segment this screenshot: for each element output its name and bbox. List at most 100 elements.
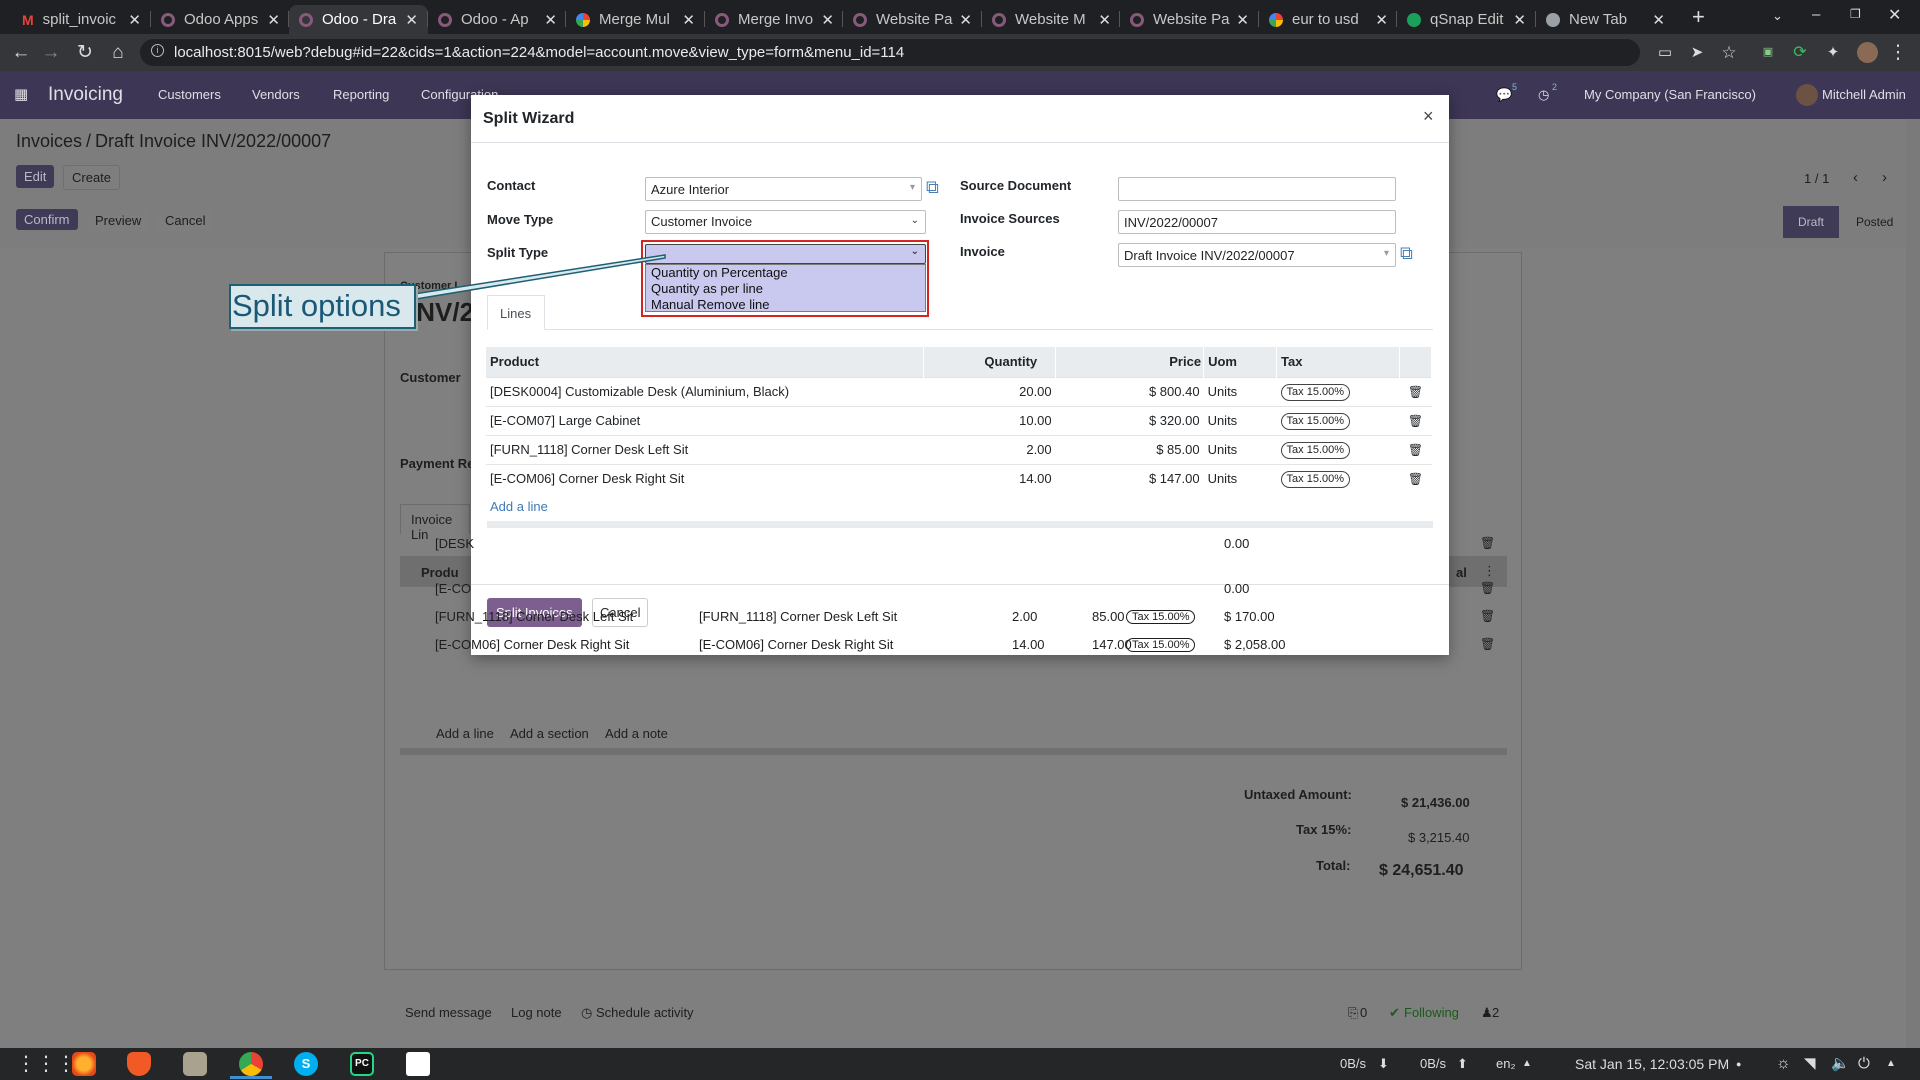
wizard-add-line[interactable]: Add a line [490,499,548,514]
split-line-row[interactable]: [DESK0004] Customizable Desk (Aluminium,… [486,376,1432,406]
schedule-activity-button[interactable]: Schedule activity [596,1005,694,1020]
browser-tab[interactable]: New Tab ✕ [1536,5,1675,34]
invoice-dropdown-icon[interactable]: ▾ [1384,248,1389,259]
split-line-row[interactable]: [E-COM06] Corner Desk Right Sit 14.00 $ 14… [486,463,1432,493]
new-tab-icon[interactable]: + [1692,4,1705,30]
browser-tab[interactable]: Merge Invo ✕ [705,5,844,34]
send-message-button[interactable]: Send message [405,1005,492,1020]
tax-tag[interactable]: Tax 15.00% [1280,412,1351,430]
cast-icon[interactable]: ▭ [1654,39,1676,66]
line-uom[interactable]: Units [1203,405,1277,435]
extension-new-icon[interactable]: ▣ [1757,39,1779,66]
minimize-icon[interactable]: – [1812,6,1820,23]
col-uom[interactable]: Uom [1203,347,1278,377]
bg-line-product[interactable]: [E-CO [435,581,471,596]
night-light-icon[interactable]: ☼ [1776,1048,1791,1080]
menu-reporting[interactable]: Reporting [333,87,389,102]
address-bar[interactable]: localhost:8015/web?debug#id=22&cids=1&ac… [140,39,1640,66]
delete-line-icon[interactable]: 🗑 [1399,376,1432,406]
bg-add-line[interactable]: Add a line [436,726,494,741]
col-quantity[interactable]: Quantity [923,347,1057,377]
pager-next-icon[interactable]: › [1882,169,1887,186]
split-line-row[interactable]: [FURN_1118] Corner Desk Left Sit 2.00 $ 85… [486,434,1432,464]
tab-close-icon[interactable]: ✕ [1513,11,1526,29]
files-icon[interactable] [183,1052,207,1076]
bg-line-tax[interactable]: Tax 15.00% [1126,638,1196,652]
line-price[interactable]: $ 147.00 [1055,463,1204,493]
volume-icon[interactable]: 🔈 [1831,1048,1850,1080]
contact-dropdown-icon[interactable]: ▾ [910,182,915,193]
tray-chevron-icon[interactable]: ▲ [1886,1048,1896,1080]
bg-line-qty[interactable]: 14.00 [1012,637,1045,652]
apps-grid-icon[interactable]: ▦ [14,85,28,103]
col-product[interactable]: Product [486,347,925,377]
site-info-icon[interactable]: i [151,44,164,57]
text-editor-icon[interactable] [406,1052,430,1076]
messages-icon[interactable]: 💬 [1496,87,1512,103]
activity-clock-icon[interactable]: ◷ [1538,87,1549,103]
dialog-close-icon[interactable]: × [1423,106,1434,127]
tab-close-icon[interactable]: ✕ [1652,11,1665,29]
breadcrumb-root[interactable]: Invoices [16,131,82,152]
col-tax[interactable]: Tax [1276,347,1400,377]
line-price[interactable]: $ 800.40 [1055,376,1204,406]
keyboard-language[interactable]: en₂ [1496,1048,1516,1080]
brave-icon[interactable] [127,1052,151,1076]
tab-invoice-lines[interactable]: Invoice Lin [400,504,470,542]
pager-prev-icon[interactable]: ‹ [1853,169,1858,186]
user-avatar[interactable] [1796,84,1818,106]
extensions-puzzle-icon[interactable]: ✦ [1822,39,1844,66]
bg-line-product[interactable]: [FURN_1118] Corner Desk Left Sit [435,609,633,624]
line-qty[interactable]: 20.00 [923,376,1056,406]
browser-tab[interactable]: Merge Mul ✕ [566,5,705,34]
cancel-invoice-button[interactable]: Cancel [156,209,215,232]
delete-line-icon[interactable]: 🗑 [1399,405,1432,435]
home-icon[interactable]: ⌂ [107,39,129,66]
split-line-row[interactable]: [E-COM07] Large Cabinet 10.00 $ 320.00 Unit… [486,405,1432,435]
bg-add-section[interactable]: Add a section [510,726,589,741]
invoice-sources-field[interactable]: INV/2022/00007 [1118,210,1396,234]
extension-sync-icon[interactable]: ⟳ [1789,39,1811,66]
bookmark-star-icon[interactable]: ☆ [1718,39,1740,66]
tax-tag[interactable]: Tax 15.00% [1280,383,1351,401]
preview-button[interactable]: Preview [86,209,151,232]
optional-columns-icon[interactable]: ⋮ [1483,563,1496,579]
log-note-button[interactable]: Log note [511,1005,562,1020]
browser-tab[interactable]: Odoo - Dra ✕ [289,5,428,34]
create-button[interactable]: Create [63,165,121,190]
app-launcher-icon[interactable]: ⋮⋮⋮ [16,1048,76,1080]
line-product[interactable]: [E-COM06] Corner Desk Right Sit [486,463,924,493]
pycharm-icon[interactable]: PC [350,1052,374,1076]
line-qty[interactable]: 14.00 [923,463,1056,493]
browser-tab[interactable]: Website M ✕ [982,5,1121,34]
delete-line-icon[interactable]: 🗑 [1399,434,1432,464]
browser-tab[interactable]: Msplit_invoic ✕ [12,5,151,34]
bg-line-subtotal[interactable]: $ 170.00 [1224,609,1275,624]
source-document-field[interactable] [1118,177,1396,201]
bg-line-product[interactable]: [E-COM06] Corner Desk Right Sit [435,637,629,652]
move-type-select[interactable]: Customer Invoice ⌄ [645,210,926,234]
skype-icon[interactable]: S [294,1052,318,1076]
power-icon[interactable]: ⏻ [1858,1048,1870,1080]
status-posted[interactable]: Posted [1856,215,1893,229]
user-menu[interactable]: Mitchell Admin [1822,87,1906,102]
invoice-field[interactable]: Draft Invoice INV/2022/00007 ▾ [1118,243,1396,267]
reload-icon[interactable]: ↻ [74,39,96,66]
tab-search-icon[interactable]: ⌄ [1772,8,1783,24]
line-uom[interactable]: Units [1203,463,1277,493]
bg-add-note[interactable]: Add a note [605,726,668,741]
browser-tab[interactable]: Odoo Apps ✕ [151,5,290,34]
bg-delete-icon[interactable]: 🗑 [1480,609,1495,623]
browser-tab[interactable]: Odoo - Ap ✕ [428,5,567,34]
forward-icon[interactable]: → [40,39,62,66]
attachment-count[interactable]: 0 [1360,1005,1367,1020]
back-icon[interactable]: ← [10,39,32,66]
bg-line-subtotal[interactable]: 0.00 [1224,581,1249,596]
bg-line-subtotal[interactable]: $ 2,058.00 [1224,637,1285,652]
tax-tag[interactable]: Tax 15.00% [1280,441,1351,459]
bg-line-subtotal[interactable]: 0.00 [1224,536,1249,551]
bg-line-tax[interactable]: Tax 15.00% [1126,610,1196,624]
bg-line-label[interactable]: [FURN_1118] Corner Desk Left Sit [699,609,897,624]
bg-line-label[interactable]: [E-COM06] Corner Desk Right Sit [699,637,893,652]
line-tax[interactable]: Tax 15.00% [1276,405,1400,435]
